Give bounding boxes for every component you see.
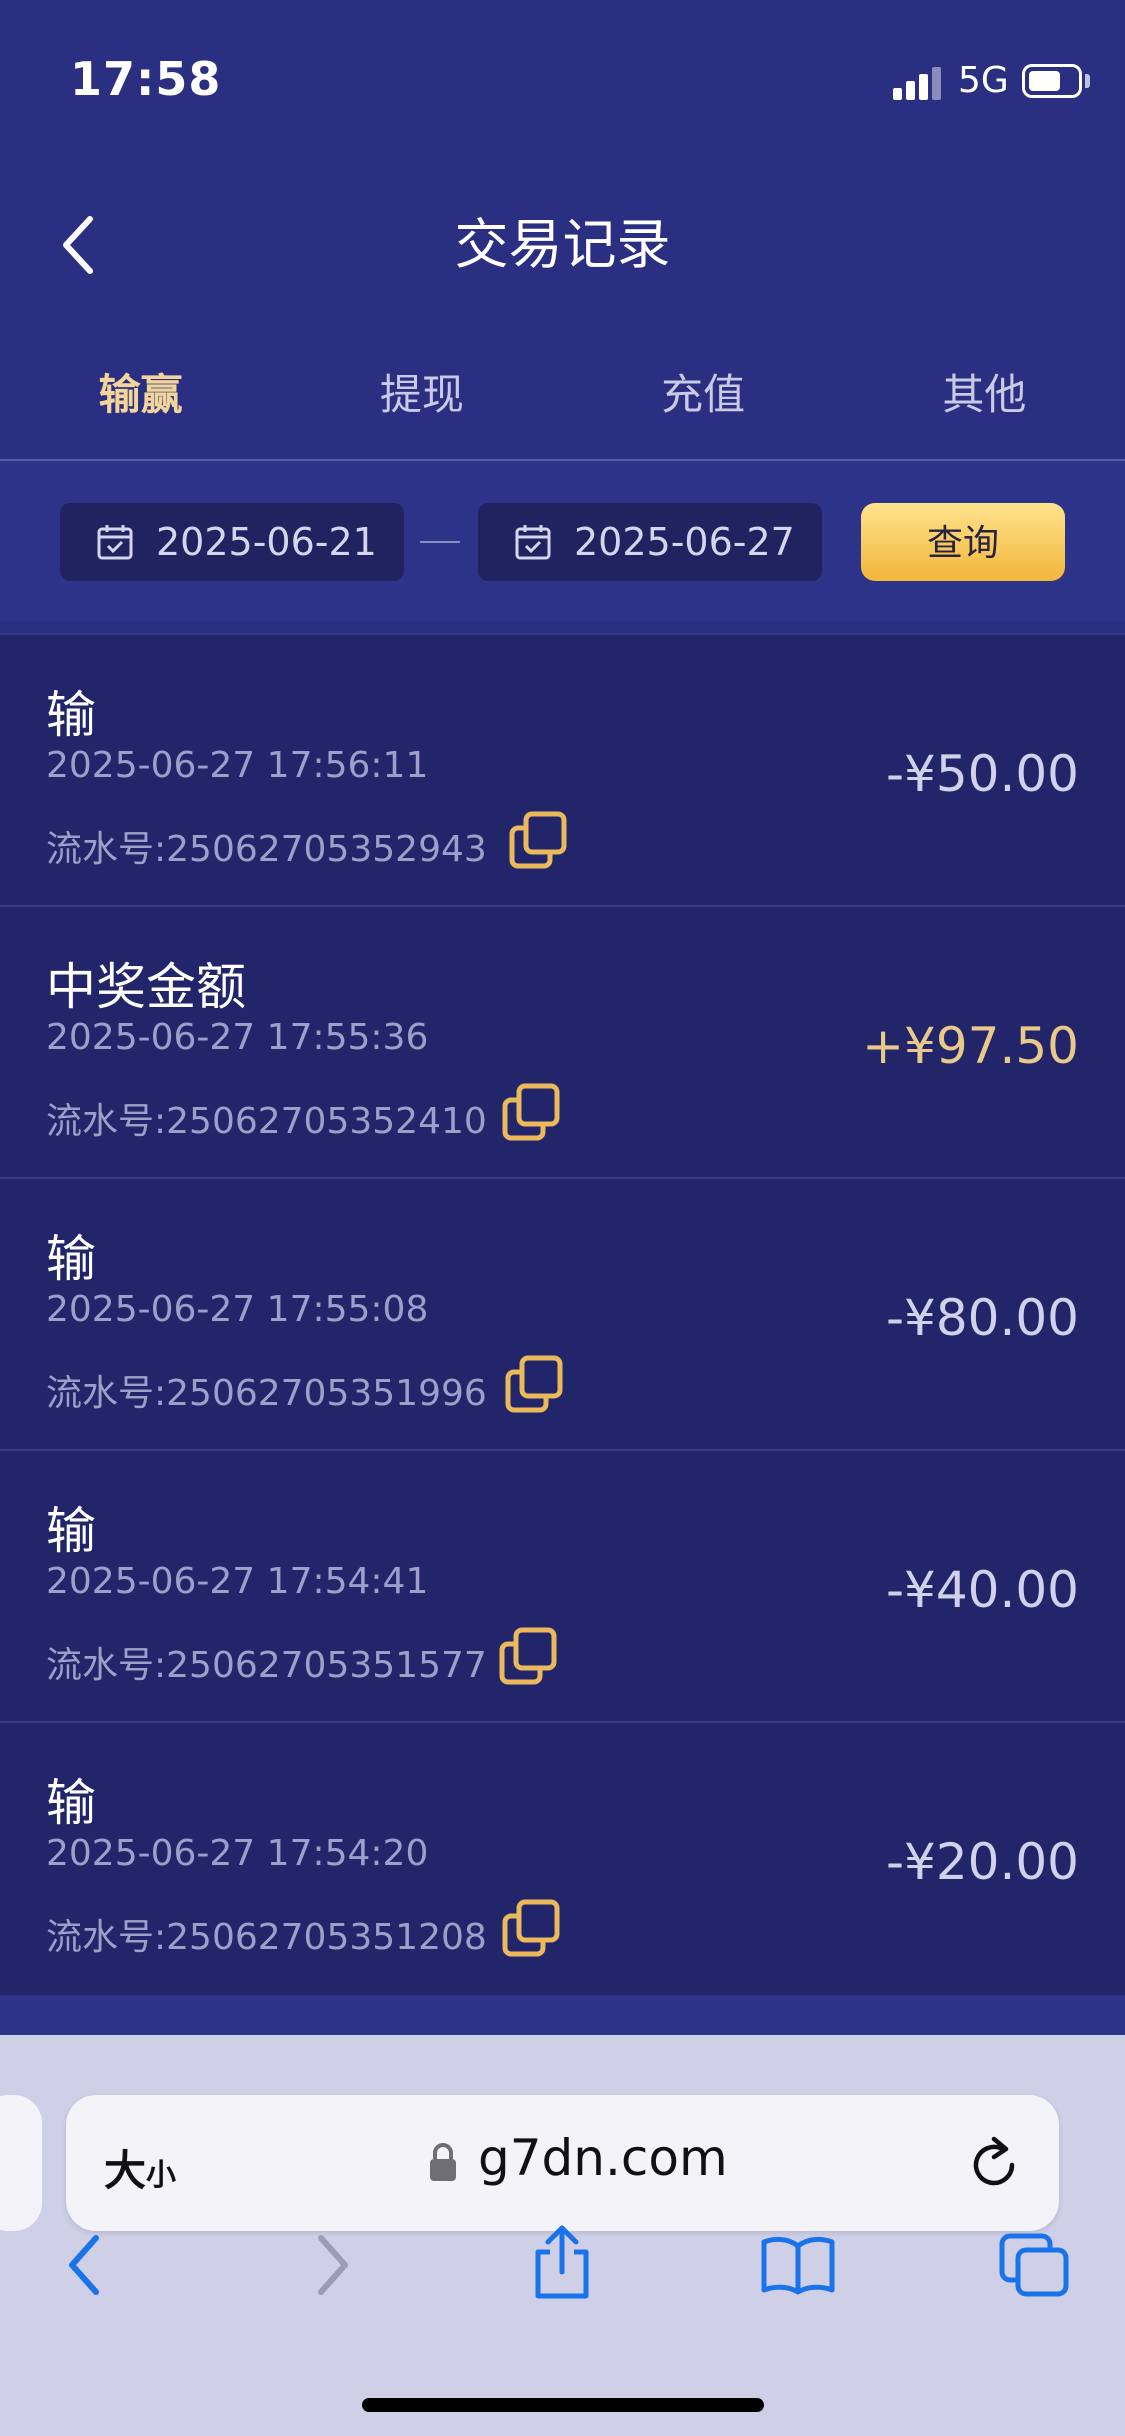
- tab-recharge[interactable]: 充值: [563, 360, 844, 460]
- lock-icon: [430, 2143, 456, 2181]
- home-indicator: [362, 2398, 764, 2412]
- start-date-picker[interactable]: 2025-06-21: [60, 503, 404, 581]
- calendar-icon: [515, 525, 551, 560]
- end-date-picker[interactable]: 2025-06-27: [478, 503, 822, 581]
- battery-cap: [1085, 74, 1090, 88]
- transaction-amount: -¥20.00: [886, 1833, 1079, 1891]
- reload-icon[interactable]: [966, 2133, 1022, 2193]
- tab-other[interactable]: 其他: [844, 360, 1125, 460]
- battery-icon: [1022, 64, 1082, 98]
- copy-icon[interactable]: [501, 1898, 563, 1960]
- serial-number: 流水号:25062705351996: [46, 1373, 487, 1414]
- list-bottom-strip: [0, 1995, 1125, 2035]
- transaction-time: 2025-06-27 17:55:36: [46, 1017, 429, 1058]
- transaction-row[interactable]: 输 2025-06-27 17:54:41 流水号:25062705351577…: [0, 1449, 1125, 1721]
- copy-icon[interactable]: [508, 810, 570, 872]
- transaction-row[interactable]: 中奖金额 2025-06-27 17:55:36 流水号:25062705352…: [0, 905, 1125, 1177]
- tab-withdraw[interactable]: 提现: [281, 360, 562, 460]
- transaction-type: 输: [46, 1230, 96, 1288]
- status-bar: 17:58 5G: [0, 0, 1125, 150]
- tab-win-loss[interactable]: 输赢: [0, 360, 281, 468]
- transaction-type: 输: [46, 686, 96, 744]
- bookmarks-icon[interactable]: [760, 2234, 836, 2296]
- transaction-time: 2025-06-27 17:54:41: [46, 1561, 429, 1602]
- end-date-value: 2025-06-27: [574, 520, 795, 564]
- serial-number: 流水号:25062705351208: [46, 1917, 487, 1958]
- date-range-separator: [420, 541, 460, 543]
- transaction-time: 2025-06-27 17:55:08: [46, 1289, 429, 1330]
- status-time: 17:58: [70, 52, 222, 106]
- copy-icon[interactable]: [498, 1626, 560, 1688]
- share-icon[interactable]: [530, 2222, 594, 2302]
- address-bar[interactable]: 大小 g7dn.com: [66, 2095, 1059, 2231]
- browser-forward-icon[interactable]: [305, 2230, 355, 2300]
- serial-number: 流水号:25062705352410: [46, 1101, 487, 1142]
- page-title: 交易记录: [454, 213, 671, 276]
- copy-icon[interactable]: [501, 1082, 563, 1144]
- query-button[interactable]: 查询: [861, 503, 1065, 581]
- copy-icon[interactable]: [504, 1354, 566, 1416]
- transaction-type: 中奖金额: [46, 958, 246, 1016]
- transaction-amount: -¥40.00: [886, 1561, 1079, 1619]
- transaction-amount: +¥97.50: [862, 1017, 1079, 1075]
- transaction-type: 输: [46, 1502, 96, 1560]
- text-size-button[interactable]: 大小: [104, 2137, 176, 2198]
- transaction-amount: -¥80.00: [886, 1289, 1079, 1347]
- transaction-row[interactable]: 输 2025-06-27 17:56:11 流水号:25062705352943…: [0, 633, 1125, 905]
- tab-bar: 输赢 提现 充值 其他: [0, 360, 1125, 468]
- serial-number: 流水号:25062705352943: [46, 829, 487, 870]
- network-type: 5G: [958, 60, 1009, 101]
- url-text: g7dn.com: [478, 2129, 728, 2187]
- start-date-value: 2025-06-21: [156, 520, 377, 564]
- transaction-type: 输: [46, 1774, 96, 1832]
- tabs-icon[interactable]: [998, 2232, 1070, 2300]
- transaction-row[interactable]: 输 2025-06-27 17:55:08 流水号:25062705351996…: [0, 1177, 1125, 1449]
- cellular-signal-icon: [893, 64, 943, 100]
- serial-number: 流水号:25062705351577: [46, 1645, 487, 1686]
- calendar-icon: [97, 525, 133, 560]
- date-filter: 2025-06-21 2025-06-27 查询: [0, 461, 1125, 621]
- previous-tab-preview[interactable]: [0, 2095, 42, 2231]
- transaction-time: 2025-06-27 17:54:20: [46, 1833, 429, 1874]
- transaction-time: 2025-06-27 17:56:11: [46, 745, 429, 786]
- transaction-list: 输 2025-06-27 17:56:11 流水号:25062705352943…: [0, 633, 1125, 1995]
- transaction-amount: -¥50.00: [886, 745, 1079, 803]
- browser-back-icon[interactable]: [62, 2230, 112, 2300]
- transaction-row[interactable]: 输 2025-06-27 17:54:20 流水号:25062705351208…: [0, 1721, 1125, 1995]
